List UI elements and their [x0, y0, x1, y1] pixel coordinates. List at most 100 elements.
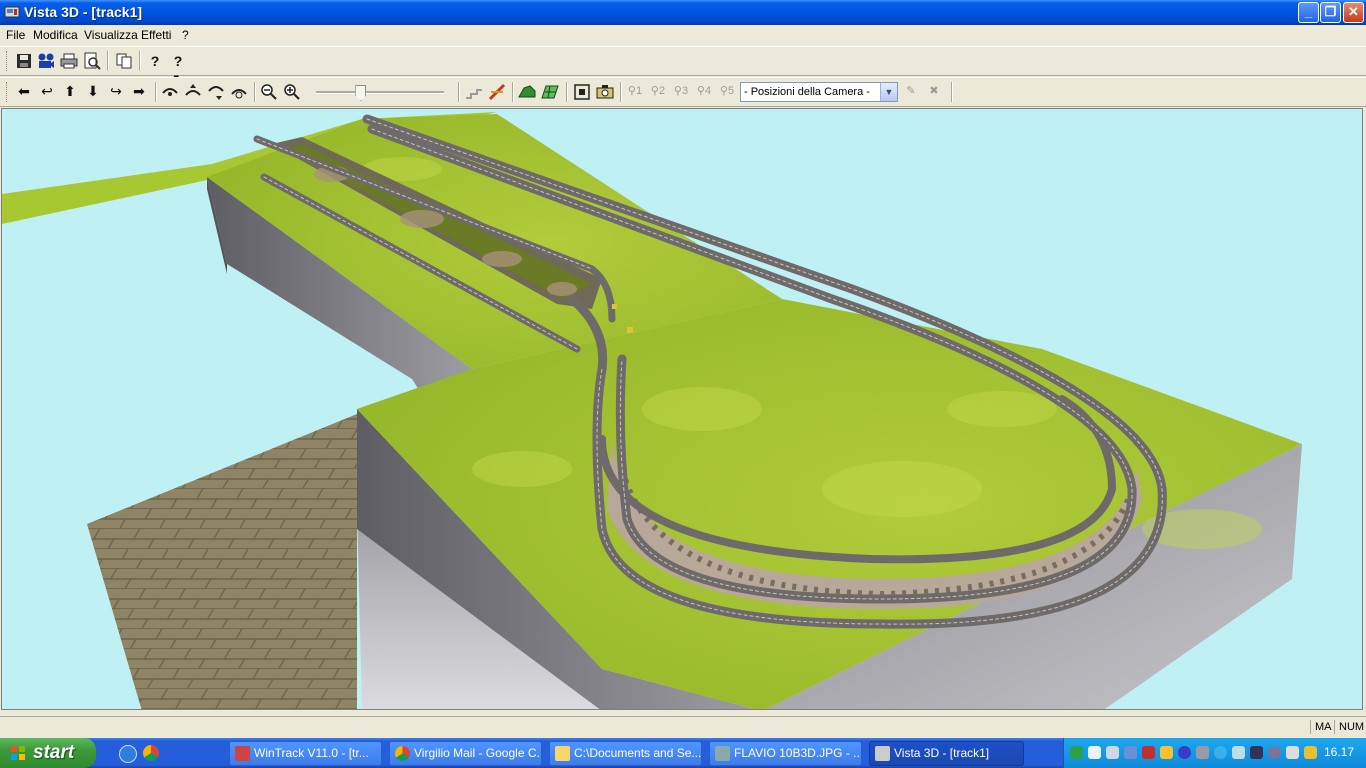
wintrack-icon — [235, 746, 250, 761]
restore-button[interactable]: ❐ — [1320, 2, 1341, 23]
save-icon[interactable] — [15, 52, 33, 70]
camera-position-3-icon[interactable]: ⚲3 — [672, 82, 690, 100]
toolbar-separator — [107, 51, 109, 71]
task-label: C:\Documents and Se... — [574, 746, 702, 760]
menu-help[interactable]: ? — [182, 28, 189, 42]
app-icon[interactable] — [4, 4, 20, 20]
title-bar — [0, 0, 1366, 25]
minimize-button[interactable]: _ — [1298, 2, 1319, 23]
arrow-right-icon[interactable]: ➡ — [130, 82, 148, 100]
toolbar-separator — [155, 82, 157, 102]
arrow-left-icon[interactable]: ⬅ — [15, 82, 33, 100]
window-title: Vista 3D - [track1] — [24, 4, 143, 20]
camera-delete-icon[interactable]: ✖ — [925, 82, 943, 100]
arrow-down-icon[interactable]: ⬇ — [84, 82, 102, 100]
grid-icon[interactable] — [541, 83, 559, 101]
task-label: FLAVIO 10B3D.JPG - ... — [734, 746, 862, 760]
print-preview-icon[interactable] — [83, 52, 101, 70]
task-label: WinTrack V11.0 - [tr... — [254, 746, 369, 760]
tray-monitor-icon[interactable] — [1106, 746, 1119, 759]
toolbar-grip[interactable] — [6, 82, 10, 102]
tray-update-icon[interactable] — [1214, 746, 1227, 759]
task-vista-3d[interactable]: Vista 3D - [track1] — [869, 741, 1024, 766]
status-num: NUM — [1334, 720, 1366, 734]
clock[interactable]: 16.17 — [1324, 745, 1354, 759]
3d-viewport[interactable] — [1, 108, 1363, 710]
tray-volume-icon[interactable] — [1268, 746, 1281, 759]
camera-position-select[interactable]: - Posizioni della Camera - ▼ — [740, 82, 898, 102]
toolbar-grip[interactable] — [6, 51, 10, 71]
eye-up-icon[interactable] — [184, 83, 202, 101]
windows-logo-icon — [11, 746, 25, 760]
task-wintrack[interactable]: WinTrack V11.0 - [tr... — [229, 741, 382, 766]
image-viewer-icon — [715, 746, 730, 761]
menu-modifica[interactable]: Modifica — [33, 28, 78, 42]
task-image-viewer[interactable]: FLAVIO 10B3D.JPG - ... — [709, 741, 862, 766]
camera-position-4-icon[interactable]: ⚲4 — [695, 82, 713, 100]
tray-power-icon[interactable] — [1304, 746, 1317, 759]
3d-scene — [2, 112, 1302, 709]
camera-position-2-icon[interactable]: ⚲2 — [649, 82, 667, 100]
camera-select-value: - Posizioni della Camera - — [744, 86, 870, 98]
toolbar-separator — [512, 82, 514, 102]
status-caps: MA — [1310, 720, 1336, 734]
task-label: Vista 3D - [track1] — [894, 746, 990, 760]
camera-position-5-icon[interactable]: ⚲5 — [718, 82, 736, 100]
tray-app-icon[interactable] — [1250, 746, 1263, 759]
eye-down-icon[interactable] — [207, 83, 225, 101]
rotate-right-icon[interactable]: ↪ — [107, 82, 125, 100]
task-label: Virgilio Mail - Google C... — [414, 746, 542, 760]
toolbar-separator — [566, 82, 568, 102]
track-edit-icon[interactable] — [488, 83, 506, 101]
context-help-icon[interactable]: ?↖ — [169, 52, 187, 87]
tray-messenger-icon[interactable] — [1088, 746, 1101, 759]
tray-security-icon[interactable] — [1142, 746, 1155, 759]
internet-explorer-icon[interactable] — [119, 745, 137, 763]
tray-device-icon[interactable] — [1196, 746, 1209, 759]
signal — [612, 304, 617, 309]
toolbar-separator — [620, 82, 622, 102]
tray-display-icon[interactable] — [1124, 746, 1137, 759]
camera-reel-icon[interactable] — [37, 52, 55, 70]
start-label: start — [33, 742, 75, 763]
task-chrome[interactable]: Virgilio Mail - Google C... — [389, 741, 542, 766]
menu-bar — [0, 25, 1366, 44]
menu-effetti[interactable]: Effetti — [141, 28, 171, 42]
tray-bluetooth-icon[interactable] — [1178, 746, 1191, 759]
tray-wifi-icon[interactable] — [1232, 746, 1245, 759]
terrain-icon[interactable] — [518, 83, 536, 101]
help-icon[interactable]: ? — [146, 52, 164, 70]
camera-add-icon[interactable]: ✎ — [902, 82, 920, 100]
menu-visualizza[interactable]: Visualizza — [84, 28, 138, 42]
eye-orbit-icon[interactable] — [161, 83, 179, 101]
camera-position-1-icon[interactable]: ⚲1 — [626, 82, 644, 100]
terrain-profile-icon[interactable] — [465, 83, 483, 101]
chrome-icon[interactable] — [143, 745, 159, 761]
tray-network-icon[interactable] — [1070, 746, 1083, 759]
toolbar-separator — [951, 82, 953, 102]
task-explorer[interactable]: C:\Documents and Se... — [549, 741, 702, 766]
toolbar-separator — [458, 82, 460, 102]
folder-icon — [555, 746, 570, 761]
copy-icon[interactable] — [115, 52, 133, 70]
main-toolbar — [0, 46, 1366, 76]
tray-shield-icon[interactable] — [1160, 746, 1173, 759]
eye-reset-icon[interactable] — [230, 83, 248, 101]
status-bar — [0, 716, 1366, 739]
zoom-out-icon[interactable] — [260, 83, 278, 101]
zoom-slider-track[interactable] — [316, 91, 444, 94]
fit-view-icon[interactable] — [573, 83, 591, 101]
close-button[interactable]: ✕ — [1343, 2, 1364, 23]
arrow-up-icon[interactable]: ⬆ — [61, 82, 79, 100]
chrome-icon — [395, 746, 410, 761]
chevron-down-icon[interactable]: ▼ — [880, 83, 897, 101]
menu-file[interactable]: File — [6, 28, 25, 42]
print-icon[interactable] — [60, 52, 78, 70]
zoom-in-icon[interactable] — [283, 83, 301, 101]
signal — [627, 327, 633, 333]
app-icon — [875, 746, 890, 761]
rotate-left-icon[interactable]: ↩ — [38, 82, 56, 100]
toolbar-separator — [139, 51, 141, 71]
tray-usb-icon[interactable] — [1286, 746, 1299, 759]
snapshot-icon[interactable] — [596, 83, 614, 101]
